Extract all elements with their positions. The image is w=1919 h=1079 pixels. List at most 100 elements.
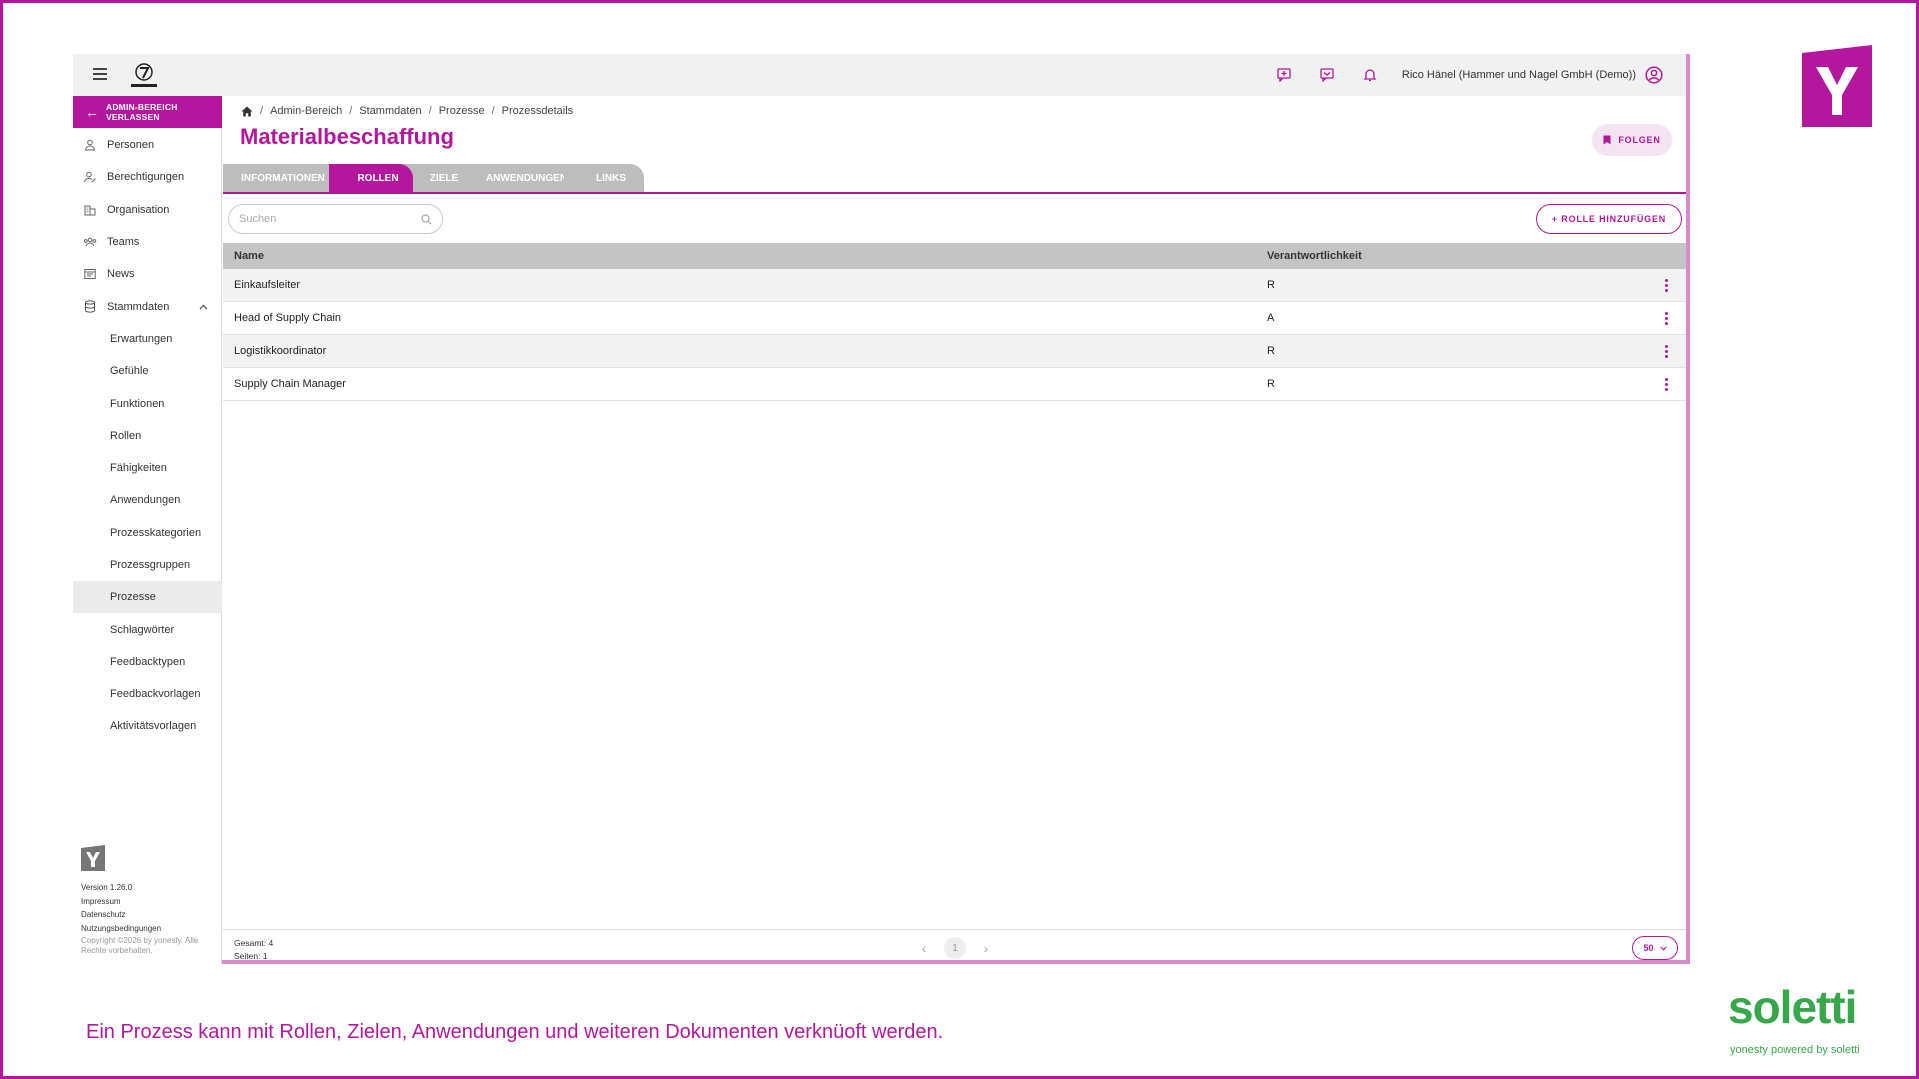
sidebar-subitem-label: Prozessgruppen bbox=[110, 559, 191, 571]
table-row[interactable]: Head of Supply Chain A bbox=[223, 302, 1686, 335]
more-vert-icon[interactable] bbox=[1659, 275, 1674, 296]
sidebar-item-berechtigungen[interactable]: Berechtigungen bbox=[73, 161, 222, 193]
sidebar-subitem-label: Schlagwörter bbox=[110, 623, 175, 636]
breadcrumb-stammdaten[interactable]: Stammdaten bbox=[359, 105, 421, 117]
nutzungsbedingungen-link[interactable]: Nutzungsbedingungen bbox=[81, 922, 216, 936]
follow-label: FOLGEN bbox=[1618, 135, 1661, 145]
sidebar-item-label: Teams bbox=[107, 236, 140, 249]
sidebar-subitem-label: Fähigkeiten bbox=[110, 462, 167, 475]
sidebar-subitem-label: Feedbackvorlagen bbox=[110, 688, 201, 701]
chevron-left-icon[interactable]: ‹ bbox=[916, 940, 932, 956]
chevron-up-icon[interactable] bbox=[199, 301, 208, 313]
home-icon[interactable] bbox=[241, 106, 253, 117]
sidebar-subitem-gefuehle[interactable]: Gefühle bbox=[73, 355, 222, 387]
sidebar-subitem-prozesse[interactable]: Prozesse bbox=[73, 581, 222, 614]
sidebar-item-organisation[interactable]: Organisation bbox=[73, 194, 222, 226]
breadcrumb-separator: / bbox=[428, 105, 432, 117]
sidebar-subitem-faehigkeiten[interactable]: Fähigkeiten bbox=[73, 452, 222, 484]
sidebar-subitem-prozessgruppen[interactable]: Prozessgruppen bbox=[73, 549, 222, 581]
sidebar-item-teams[interactable]: Teams bbox=[73, 226, 222, 258]
bell-icon[interactable] bbox=[1349, 54, 1392, 96]
person-icon bbox=[83, 138, 97, 152]
sidebar-subitem-label: Rollen bbox=[110, 429, 142, 442]
more-vert-icon[interactable] bbox=[1659, 308, 1674, 329]
cell-name: Supply Chain Manager bbox=[234, 378, 346, 390]
pagination: ‹ 1 › bbox=[916, 937, 994, 959]
impressum-link[interactable]: Impressum bbox=[81, 895, 216, 909]
more-vert-icon[interactable] bbox=[1659, 341, 1674, 362]
sidebar-item-news[interactable]: News bbox=[73, 258, 222, 290]
feedback-inbox-icon[interactable] bbox=[1306, 54, 1349, 96]
sidebar-subitem-feedbacktypen[interactable]: Feedbacktypen bbox=[73, 646, 222, 678]
sidebar-item-label: Stammdaten bbox=[107, 300, 170, 313]
search-input[interactable] bbox=[239, 213, 421, 225]
app-window: Rico Hänel (Hammer und Nagel GmbH (Demo)… bbox=[73, 54, 1690, 964]
tab-informationen[interactable]: INFORMATIONEN bbox=[223, 164, 343, 192]
sidebar-subitem-label: Prozesskategorien bbox=[110, 526, 202, 539]
soletti-logo: soletti yonesty powered by soletti bbox=[1728, 980, 1876, 1064]
sidebar-footer: Version 1.26.0 Impressum Datenschutz Nut… bbox=[81, 844, 216, 957]
page-size-value: 50 bbox=[1643, 943, 1654, 953]
breadcrumb-separator: / bbox=[260, 105, 264, 117]
tab-links[interactable]: LINKS bbox=[564, 164, 644, 192]
sidebar-subitem-erwartungen[interactable]: Erwartungen bbox=[73, 323, 222, 355]
tab-underline bbox=[223, 192, 1686, 194]
current-page[interactable]: 1 bbox=[944, 937, 966, 959]
sidebar-item-stammdaten[interactable]: Stammdaten bbox=[73, 290, 222, 322]
chevron-right-icon[interactable]: › bbox=[978, 940, 994, 956]
table-row[interactable]: Supply Chain Manager R bbox=[223, 368, 1686, 401]
breadcrumb-admin-bereich[interactable]: Admin-Bereich bbox=[270, 105, 342, 117]
tab-rollen[interactable]: ROLLEN bbox=[329, 164, 413, 192]
search-icon[interactable] bbox=[421, 213, 432, 225]
column-header-name[interactable]: Name bbox=[223, 250, 1267, 262]
follow-button[interactable]: FOLGEN bbox=[1592, 124, 1672, 156]
organisation-icon bbox=[83, 203, 97, 217]
user-name[interactable]: Rico Hänel (Hammer und Nagel GmbH (Demo)… bbox=[1402, 69, 1636, 81]
sidebar-subitem-rollen[interactable]: Rollen bbox=[73, 420, 222, 452]
sidebar-subitem-aktivitaetsvorlagen[interactable]: Aktivitätsvorlagen bbox=[73, 710, 222, 742]
hamburger-icon[interactable] bbox=[93, 68, 107, 80]
sidebar-subitem-label: Prozesse bbox=[110, 591, 156, 604]
news-icon bbox=[83, 267, 97, 281]
sidebar-subitem-label: Aktivitätsvorlagen bbox=[110, 720, 197, 733]
sidebar-subitem-schlagwoerter[interactable]: Schlagwörter bbox=[73, 613, 222, 645]
sidebar-item-label: Personen bbox=[107, 139, 155, 152]
roles-table: Name Verantwortlichkeit Einkaufsleiter R… bbox=[223, 243, 1686, 401]
sidebar-subitem-feedbackvorlagen[interactable]: Feedbackvorlagen bbox=[73, 678, 222, 710]
search-field[interactable] bbox=[228, 204, 443, 234]
page-count: Seiten: 1 bbox=[234, 951, 268, 961]
sidebar-subitem-label: Funktionen bbox=[110, 397, 165, 410]
table-row[interactable]: Logistikkoordinator R bbox=[223, 335, 1686, 368]
sidebar-subitem-label: Anwendungen bbox=[110, 494, 181, 507]
page-size-select[interactable]: 50 bbox=[1632, 936, 1678, 960]
table-row[interactable]: Einkaufsleiter R bbox=[223, 269, 1686, 302]
sidebar-item-label: Organisation bbox=[107, 203, 170, 216]
copyright-text: Copyright ©2026 by yonesty. Alle Rechte … bbox=[81, 936, 199, 955]
sidebar-item-label: Berechtigungen bbox=[107, 171, 185, 184]
breadcrumb-separator: / bbox=[349, 105, 353, 117]
sidebar-subitem-prozesskategorien[interactable]: Prozesskategorien bbox=[73, 517, 222, 549]
breadcrumb: / Admin-Bereich / Stammdaten / Prozesse … bbox=[241, 104, 573, 118]
yonesty-logo-large bbox=[1802, 45, 1872, 127]
sidebar-subitem-funktionen[interactable]: Funktionen bbox=[73, 387, 222, 419]
bookmark-icon bbox=[1603, 135, 1611, 145]
sidebar-subitem-anwendungen[interactable]: Anwendungen bbox=[73, 484, 222, 516]
sidebar: ← ADMIN-BEREICH VERLASSEN Personen Berec… bbox=[73, 96, 222, 964]
column-header-verantwortlichkeit[interactable]: Verantwortlichkeit bbox=[1267, 250, 1647, 262]
cell-responsibility: R bbox=[1267, 279, 1275, 291]
breadcrumb-prozesse[interactable]: Prozesse bbox=[439, 105, 485, 117]
sidebar-item-personen[interactable]: Personen bbox=[73, 129, 222, 161]
slide-caption: Ein Prozess kann mit Rollen, Zielen, Anw… bbox=[86, 1021, 944, 1043]
sidebar-subitem-label: Erwartungen bbox=[110, 332, 173, 345]
cell-responsibility: A bbox=[1267, 312, 1275, 324]
account-circle-icon[interactable] bbox=[1644, 65, 1664, 85]
add-role-button[interactable]: + ROLLE HINZUFÜGEN bbox=[1536, 204, 1682, 234]
feedback-add-icon[interactable] bbox=[1263, 54, 1306, 96]
more-vert-icon[interactable] bbox=[1659, 374, 1674, 395]
sidebar-subitem-label: Feedbacktypen bbox=[110, 655, 186, 668]
datenschutz-link[interactable]: Datenschutz bbox=[81, 908, 216, 922]
tab-anwendungen[interactable]: ANWENDUNGEN bbox=[461, 164, 578, 192]
admin-exit-button[interactable]: ← ADMIN-BEREICH VERLASSEN bbox=[73, 96, 222, 128]
breadcrumb-separator: / bbox=[491, 105, 495, 117]
table-body: Einkaufsleiter R Head of Supply Chain A … bbox=[223, 269, 1686, 401]
